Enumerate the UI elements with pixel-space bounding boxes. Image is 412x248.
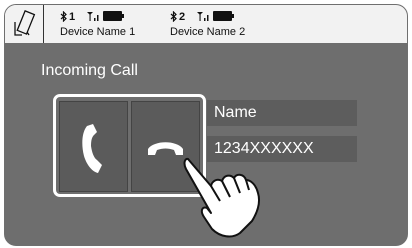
caller-name: Name bbox=[207, 100, 357, 126]
battery-icon bbox=[103, 11, 124, 21]
device-2: 2 Device Name 2 bbox=[170, 10, 270, 40]
incoming-call-screen: 1 Device Name 1 2 Device Name 2 Incoming… bbox=[4, 4, 408, 246]
phone-tab[interactable] bbox=[5, 5, 44, 43]
signal-icon bbox=[197, 11, 211, 25]
status-bar: 1 Device Name 1 2 Device Name 2 bbox=[5, 5, 407, 43]
device-1: 1 Device Name 1 bbox=[60, 10, 160, 40]
device-1-name: Device Name 1 bbox=[60, 26, 136, 38]
hand-pointer-icon bbox=[182, 153, 282, 243]
device-2-name: Device Name 2 bbox=[170, 26, 246, 38]
answer-call-icon bbox=[82, 124, 102, 173]
bluetooth-icon bbox=[60, 10, 67, 25]
battery-icon bbox=[213, 11, 234, 21]
phone-pencil-icon bbox=[14, 10, 36, 36]
page-title: Incoming Call bbox=[41, 62, 138, 79]
answer-call-button[interactable] bbox=[59, 101, 128, 192]
device-1-index: 1 bbox=[69, 11, 76, 23]
signal-icon bbox=[87, 11, 101, 25]
device-2-index: 2 bbox=[179, 11, 186, 23]
bluetooth-icon bbox=[170, 10, 177, 25]
